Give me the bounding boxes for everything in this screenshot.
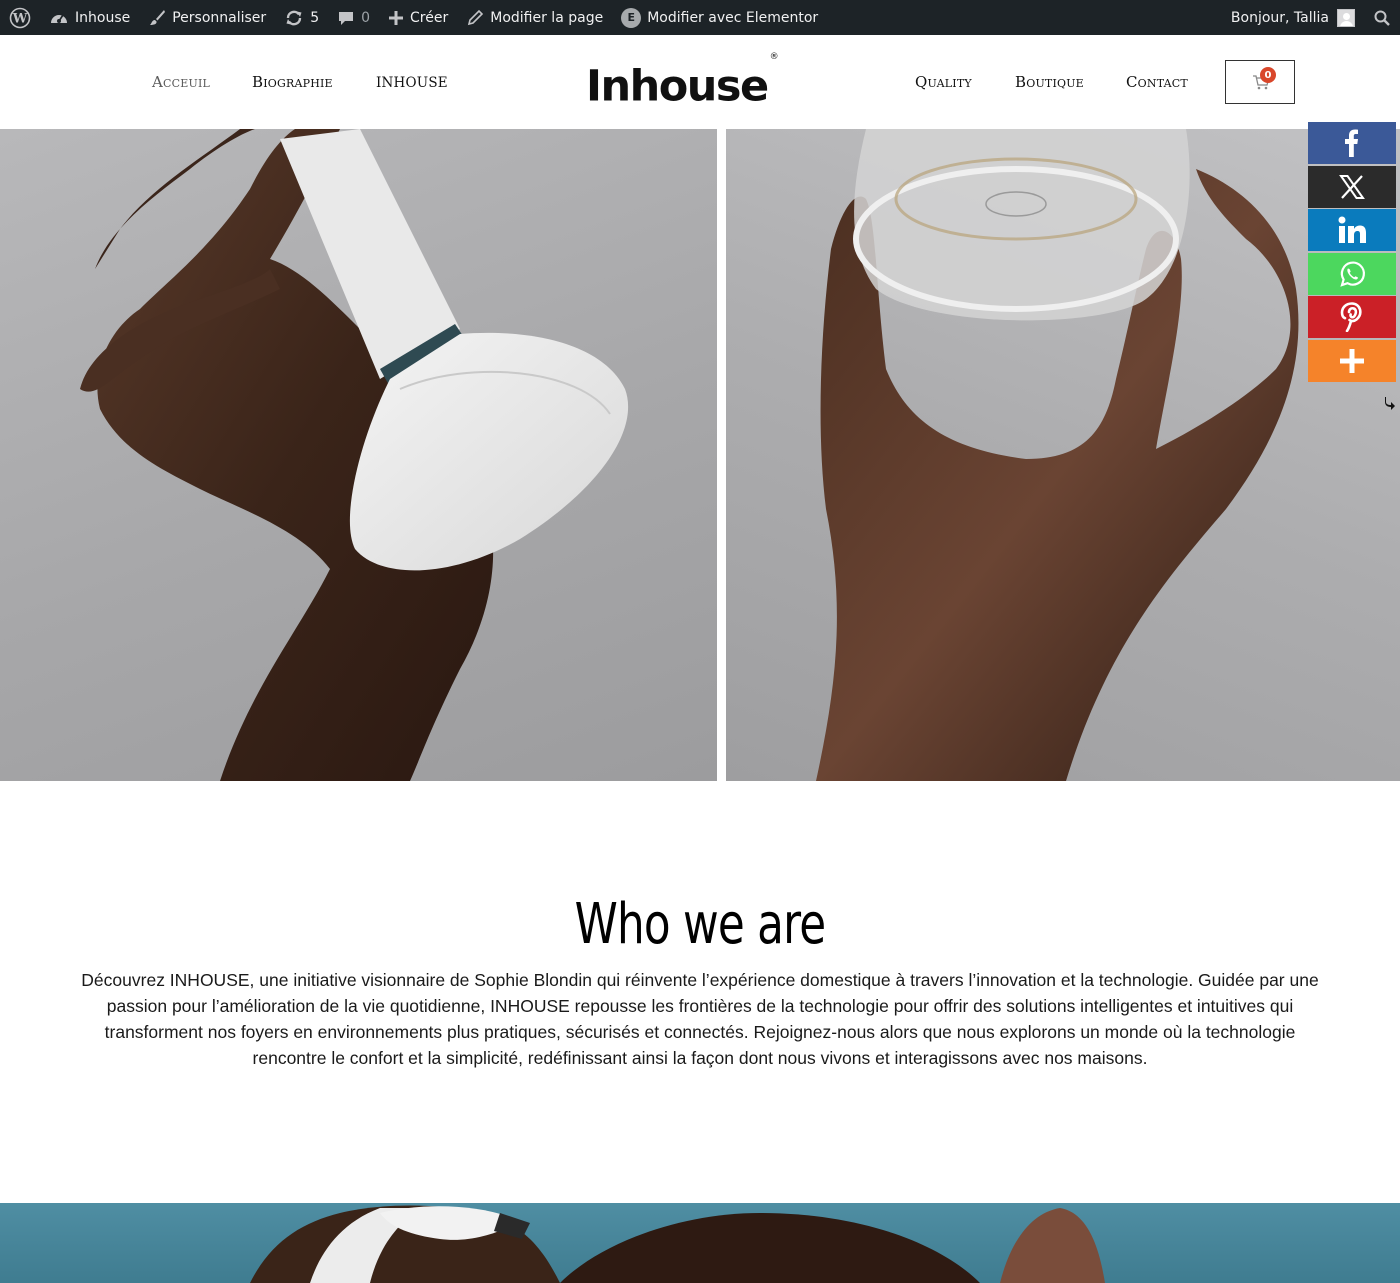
plus-icon: [389, 10, 404, 25]
share-bar-toggle[interactable]: [1384, 396, 1396, 415]
comments-link[interactable]: 0: [328, 0, 379, 35]
plus-icon: [1340, 348, 1364, 373]
x-share-button[interactable]: [1308, 165, 1396, 208]
registered-mark: ®: [769, 52, 779, 62]
search-icon: [1374, 10, 1390, 26]
site-name-label: Inhouse: [75, 9, 131, 26]
paintbrush-icon: [150, 9, 166, 25]
facebook-icon: [1345, 129, 1358, 157]
section-title: Who we are: [574, 892, 827, 957]
facebook-share-button[interactable]: [1308, 122, 1396, 164]
svg-text:W: W: [12, 11, 28, 26]
greeting-label: Bonjour, Tallia: [1230, 9, 1329, 26]
pinterest-share-button[interactable]: [1308, 296, 1396, 338]
site-header: Acceuil Biographie INHOUSE Inhouse® Qual…: [0, 35, 1400, 129]
updates-count: 5: [310, 9, 320, 26]
nav-inhouse[interactable]: INHOUSE: [376, 75, 448, 91]
secondary-image: [0, 1203, 1400, 1283]
linkedin-share-button[interactable]: [1308, 209, 1396, 251]
elementor-label: Modifier avec Elementor: [647, 9, 819, 26]
social-share-bar: [1308, 122, 1396, 383]
nav-contact[interactable]: Contact: [1126, 73, 1188, 91]
whatsapp-share-button[interactable]: [1308, 252, 1396, 295]
customize-label: Personnaliser: [172, 9, 267, 26]
linkedin-icon: [1338, 216, 1366, 243]
nav-boutique[interactable]: Boutique: [1015, 73, 1084, 91]
arrow-toggle-icon: [1385, 397, 1395, 410]
new-content-label: Créer: [410, 9, 449, 26]
updates-link[interactable]: 5: [275, 0, 328, 35]
pinterest-icon: [1340, 302, 1362, 332]
edit-page-label: Modifier la page: [490, 9, 604, 26]
my-account-link[interactable]: Bonjour, Tallia: [1222, 0, 1364, 35]
updates-icon: [286, 10, 302, 25]
nav-quality[interactable]: Quality: [915, 73, 972, 91]
cart-button[interactable]: 0: [1225, 60, 1295, 104]
admin-search-button[interactable]: [1364, 0, 1400, 35]
admin-bar: W Inhouse Personnaliser 5 0 Créer Modifi…: [0, 0, 1400, 35]
edit-page-link[interactable]: Modifier la page: [457, 0, 612, 35]
whatsapp-icon: [1340, 261, 1365, 287]
customize-link[interactable]: Personnaliser: [139, 0, 275, 35]
site-logo[interactable]: Inhouse®: [586, 52, 779, 112]
pencil-icon: [468, 9, 484, 25]
x-twitter-icon: [1339, 174, 1365, 199]
avatar: [1337, 8, 1355, 27]
site-name-link[interactable]: Inhouse: [40, 0, 139, 35]
comment-icon: [339, 11, 354, 25]
elementor-icon: E: [621, 7, 642, 28]
hero-image-left: [0, 129, 717, 781]
wordpress-logo-icon[interactable]: W: [0, 0, 40, 35]
hero-image-right: [726, 129, 1400, 781]
more-share-button[interactable]: [1308, 339, 1396, 382]
logo-text: Inhouse: [586, 61, 769, 112]
nav-acceuil[interactable]: Acceuil: [152, 73, 210, 91]
intro-paragraph: Découvrez INHOUSE, une initiative vision…: [81, 970, 1319, 1068]
nav-biographie[interactable]: Biographie: [252, 73, 333, 91]
comments-count: 0: [361, 9, 371, 26]
elementor-edit-link[interactable]: E Modifier avec Elementor: [612, 0, 827, 35]
cart-count-badge: 0: [1260, 67, 1276, 83]
dashboard-icon: [51, 14, 67, 23]
new-content-link[interactable]: Créer: [379, 0, 457, 35]
